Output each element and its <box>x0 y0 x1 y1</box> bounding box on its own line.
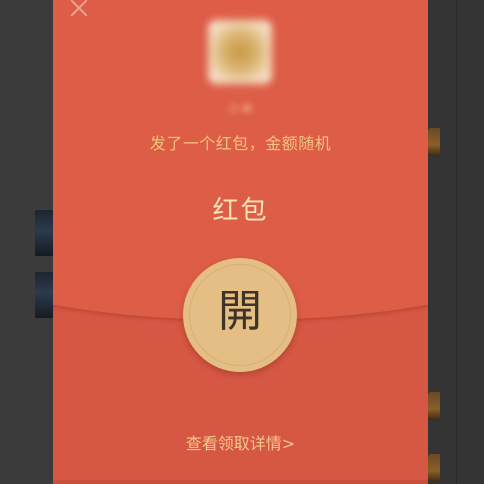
sender-name: 小米 <box>227 102 254 117</box>
close-icon[interactable] <box>69 0 89 20</box>
background-message-chip <box>428 454 440 482</box>
open-button[interactable]: 開 <box>183 258 297 372</box>
open-button-label: 開 <box>218 286 262 337</box>
red-packet-screen: 小米 发了一个红包，金额随机 红包 開 查看领取详情> <box>0 0 484 484</box>
background-message-chip <box>428 392 440 420</box>
background-image-thumbnail <box>35 210 53 256</box>
envelope-subtitle: 发了一个红包，金额随机 <box>149 134 332 153</box>
envelope-bottom-edge <box>53 480 428 484</box>
background-divider <box>456 0 457 484</box>
envelope-title: 红包 <box>212 196 269 226</box>
background-message-chip <box>428 128 440 156</box>
red-envelope: 小米 发了一个红包，金额随机 红包 開 查看领取详情> <box>53 0 428 484</box>
sender-avatar <box>208 20 272 84</box>
background-image-thumbnail <box>35 272 53 318</box>
view-details-link[interactable]: 查看领取详情> <box>53 430 428 454</box>
